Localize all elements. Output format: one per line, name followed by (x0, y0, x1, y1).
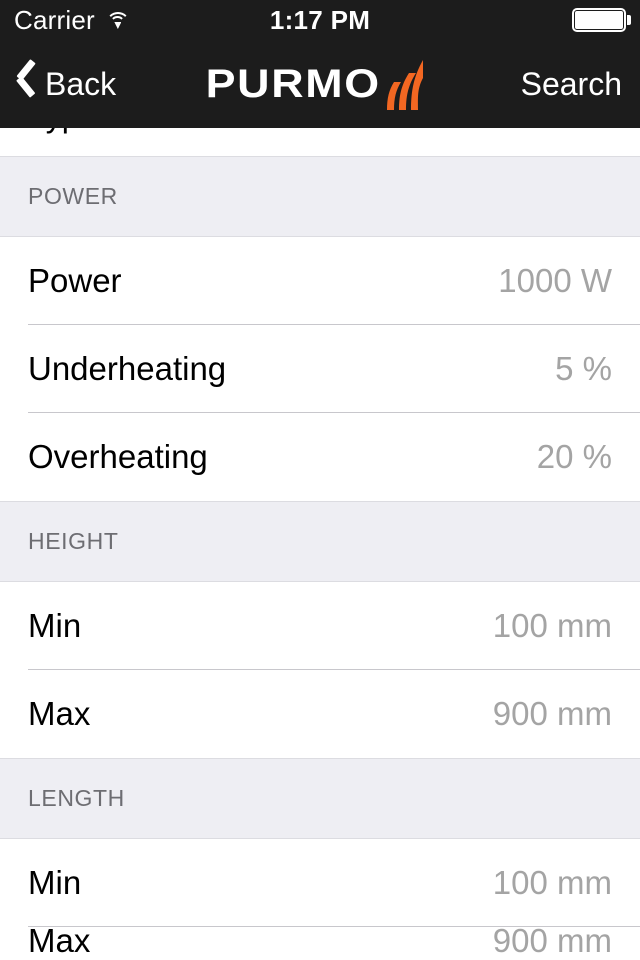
section-header-label: LENGTH (28, 785, 125, 811)
section-header-label: POWER (28, 183, 118, 209)
brand-name: PURMO (205, 61, 381, 106)
row-value: 20 % (536, 438, 612, 475)
row-label: Max (28, 927, 91, 959)
row-label: Min (28, 864, 82, 901)
settings-list[interactable]: Type POWER Power 1000 W Underheating 5 %… (0, 128, 640, 960)
row-label: Underheating (28, 350, 227, 387)
battery-full-icon (572, 8, 631, 32)
row-label: Max (28, 695, 91, 732)
row-value: 900 mm (492, 695, 612, 732)
back-button-label: Back (45, 65, 117, 102)
row-label: Min (28, 607, 82, 644)
chevron-left-icon (16, 67, 36, 101)
search-button[interactable]: Search (521, 66, 640, 103)
row-label: Power (28, 262, 122, 299)
carrier-label: Carrier (14, 4, 95, 35)
navigation-bar: Back PURMO Search (0, 40, 640, 128)
row-label: Overheating (28, 438, 208, 475)
row-value: 100 mm (492, 864, 612, 901)
app-screen: Carrier 1:17 PM Back PURMO Search POWER … (0, 0, 640, 960)
flame-icon (379, 56, 425, 112)
status-bar: Carrier 1:17 PM (0, 0, 640, 40)
row-value: 5 % (555, 350, 612, 387)
row-value: 1000 W (498, 262, 612, 299)
section-header-power: POWER (0, 156, 640, 237)
row-value: 900 mm (492, 927, 612, 959)
status-bar-right (572, 8, 640, 32)
section-header-height: HEIGHT (0, 501, 640, 582)
section-header-label: HEIGHT (28, 528, 119, 554)
table-row[interactable]: Min 100 mm (0, 582, 640, 670)
back-button[interactable]: Back (0, 66, 116, 103)
status-bar-left: Carrier (0, 5, 131, 36)
partially-scrolled-row-label: Type (28, 128, 97, 135)
partially-scrolled-row[interactable]: Type (0, 128, 640, 156)
table-row[interactable]: Max 900 mm (0, 927, 640, 960)
wifi-icon (105, 11, 131, 29)
table-row[interactable]: Overheating 20 % (0, 413, 640, 501)
table-row[interactable]: Underheating 5 % (0, 325, 640, 413)
row-value: 100 mm (492, 607, 612, 644)
table-row[interactable]: Power 1000 W (0, 237, 640, 325)
section-header-length: LENGTH (0, 758, 640, 839)
table-row[interactable]: Max 900 mm (0, 670, 640, 758)
table-row[interactable]: Min 100 mm (0, 839, 640, 927)
